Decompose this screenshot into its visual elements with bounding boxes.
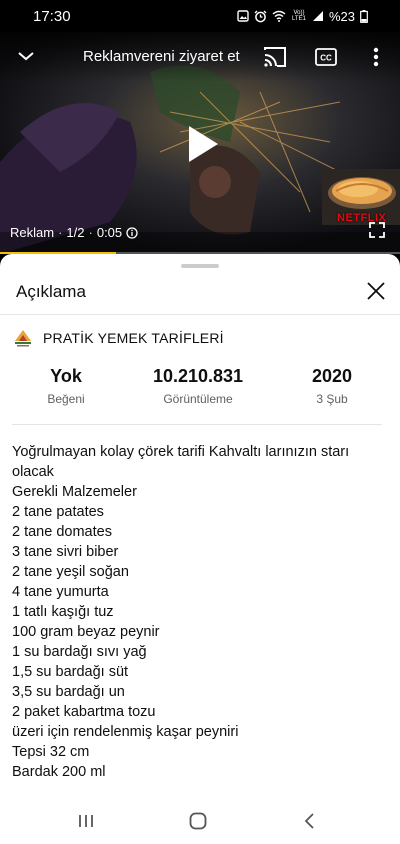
home-icon[interactable]: [187, 810, 209, 832]
more-options-icon[interactable]: [368, 46, 384, 68]
divider: [0, 314, 400, 315]
description-line: üzeri için rendelenmiş kaşar peyniri: [12, 724, 239, 740]
date-label: 3 Şub: [316, 392, 348, 406]
description-line: 1,5 su bardağı süt: [12, 664, 129, 680]
description-line: 2 tane yeşil soğan: [12, 564, 129, 580]
views-label: Görüntüleme: [163, 392, 233, 406]
video-player[interactable]: Reklamvereni ziyaret et CC NETFLIX Rekla…: [0, 32, 400, 254]
date-stat: 2020 3 Şub: [290, 366, 374, 406]
visit-advertiser-link[interactable]: Reklamvereni ziyaret et: [83, 48, 240, 65]
status-icons: Vo)) LTE1 %23: [237, 8, 368, 24]
battery-percent: %23: [328, 8, 355, 24]
description-line: 1 tatlı kaşığı tuz: [12, 604, 114, 620]
ad-info: Reklam · 1/2 · 0:05: [10, 225, 138, 240]
channel-link[interactable]: PRATİK YEMEK TARİFLERİ: [12, 324, 224, 352]
description-line: Yoğrulmayan kolay çörek tarifi Kahvaltı …: [12, 444, 350, 480]
photo-notification-icon: [237, 10, 249, 22]
description-line: 100 gram beyaz peynir: [12, 624, 160, 640]
fullscreen-icon[interactable]: [369, 222, 385, 238]
divider: [12, 424, 382, 425]
info-icon[interactable]: [126, 226, 138, 239]
network-type-label: Vo)) LTE1: [292, 10, 306, 22]
description-line: 2 tane patates: [12, 504, 104, 520]
description-sheet: Açıklama PRATİK YEMEK TARİFLERİ Yok Beğe…: [0, 254, 400, 844]
description-line: 2 tane domates: [12, 524, 112, 540]
svg-text:CC: CC: [320, 54, 332, 63]
signal-icon: [312, 11, 323, 21]
wifi-icon: [272, 10, 286, 22]
minimize-chevron-icon[interactable]: [16, 46, 36, 66]
ad-position: 1/2: [66, 225, 85, 240]
likes-label: Beğeni: [47, 392, 85, 406]
recent-apps-icon[interactable]: [75, 810, 97, 832]
description-line: 1 su bardağı sıvı yağ: [12, 644, 147, 660]
description-line: Tepsi 32 cm: [12, 744, 90, 760]
status-time: 17:30: [33, 8, 71, 25]
ad-label: Reklam: [10, 225, 55, 240]
description-text: Yoğrulmayan kolay çörek tarifi Kahvaltı …: [12, 442, 372, 782]
year-value: 2020: [311, 366, 353, 386]
description-line: 2 paket kabartma tozu: [12, 704, 156, 720]
battery-icon: [360, 9, 368, 23]
channel-logo-icon: [12, 327, 34, 349]
description-line: Bardak 200 ml: [12, 764, 106, 780]
close-icon[interactable]: [365, 280, 387, 302]
description-line: 3 tane sivri biber: [12, 544, 119, 560]
likes-value: Yok: [50, 366, 82, 386]
system-navigation-bar: [0, 798, 400, 844]
play-icon[interactable]: [186, 124, 220, 164]
status-bar: 17:30 Vo)) LTE1 %23: [0, 0, 400, 32]
views-stat: 10.210.831 Görüntüleme: [140, 366, 256, 406]
description-line: 3,5 su bardağı un: [12, 684, 125, 700]
description-line: 4 tane yumurta: [12, 584, 109, 600]
alarm-icon: [254, 10, 267, 22]
cast-icon[interactable]: [263, 46, 287, 68]
sheet-title: Açıklama: [16, 282, 86, 301]
drag-handle[interactable]: [181, 264, 219, 268]
views-value: 10.210.831: [152, 366, 244, 386]
captions-icon[interactable]: CC: [315, 48, 337, 66]
description-line: Gerekli Malzemeler: [12, 484, 137, 500]
likes-stat: Yok Beğeni: [30, 366, 102, 406]
ad-time: 0:05: [96, 225, 123, 240]
channel-name: PRATİK YEMEK TARİFLERİ: [43, 330, 224, 346]
back-icon[interactable]: [299, 810, 321, 832]
